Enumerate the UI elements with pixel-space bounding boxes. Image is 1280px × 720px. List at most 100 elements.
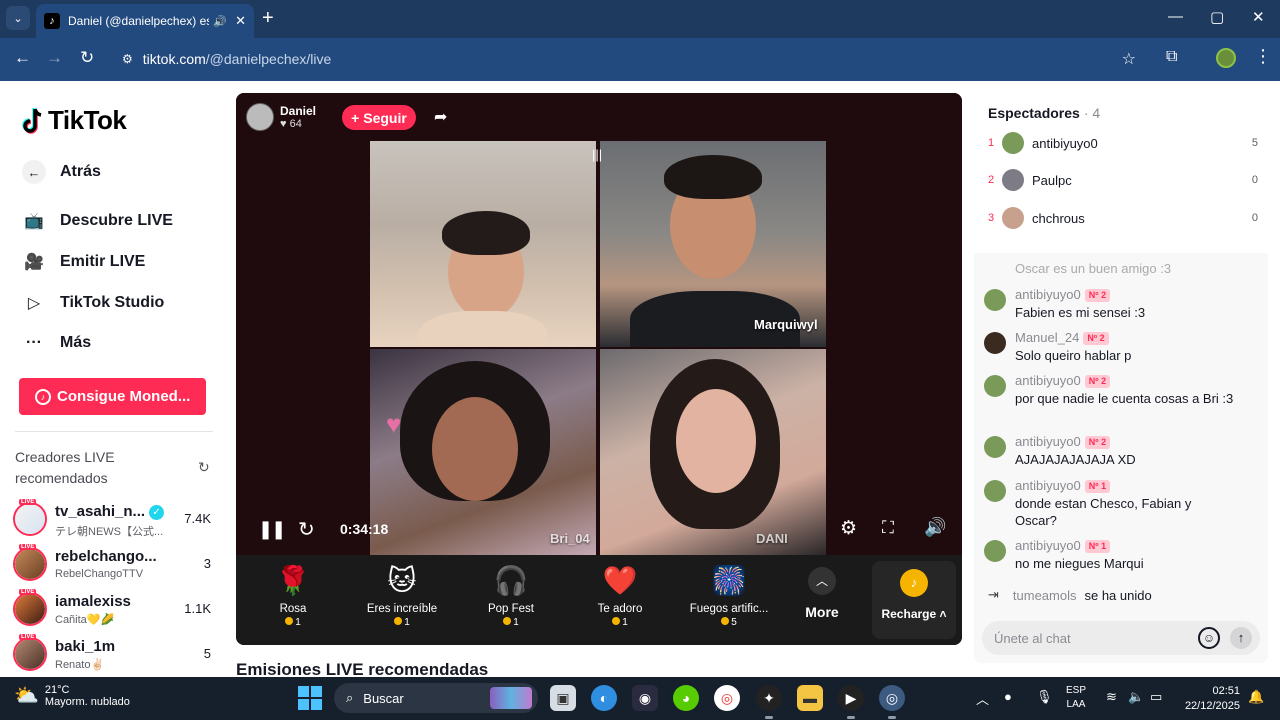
refresh-icon[interactable]: ↻ [198, 459, 210, 476]
speaker-icon[interactable]: 🔊 [213, 15, 227, 28]
live-player[interactable]: Daniel ♥ 64 + Seguir ➦ Marquiwyl ♥ Bri_0… [236, 93, 962, 645]
gift-name: Pop Fest [487, 603, 535, 615]
right-panel: Espectadores · 4 1 antibiyuyo0 5 2 Paulpc… [974, 93, 1268, 663]
creator-item[interactable]: LIVE iamalexiss Cañita💛🌽 1.1K [13, 589, 213, 630]
address-bar[interactable]: ⚙ tiktok.com/@danielpechex/live ☆ [112, 43, 1152, 75]
wifi-icon[interactable]: ≋ [1106, 689, 1117, 705]
guest-tile[interactable]: Marquiwyl [600, 141, 826, 347]
recharge-button[interactable]: ♪ Recharge ˄ [872, 561, 956, 639]
chrome-icon[interactable]: ◎ [714, 685, 740, 711]
gift-item[interactable]: 🎧 Pop Fest 1 [459, 555, 563, 628]
creator-item[interactable]: LIVE tv_asahi_n... ✓ テレ朝NEWS【公式... 7.4K [13, 499, 213, 540]
fan-badge: Nº 2 [1084, 436, 1111, 449]
tray-app-icon[interactable]: ● [1004, 689, 1012, 704]
send-arrow-icon[interactable]: ↑ [1230, 627, 1252, 649]
settings-gear-icon[interactable]: ⚙ [840, 517, 857, 540]
tab-close-icon[interactable]: ✕ [235, 13, 246, 29]
chat-feed[interactable]: Oscar es un buen amigo :3 antibiyuyo0 Nº … [974, 253, 1268, 613]
duolingo-icon[interactable]: ◕ [673, 685, 699, 711]
chevron-up-icon[interactable]: ︿ [976, 689, 989, 708]
refresh-icon[interactable]: ↻ [298, 517, 315, 542]
minimize-button[interactable]: — [1168, 8, 1183, 25]
close-window-button[interactable]: ✕ [1252, 8, 1265, 26]
windows-start-icon[interactable] [298, 686, 322, 710]
back-link[interactable]: ← Atrás [22, 160, 101, 184]
microphone-icon[interactable]: 🎙 [1036, 689, 1053, 705]
task-view-icon[interactable]: ▣ [550, 685, 576, 711]
share-icon[interactable]: ➦ [434, 107, 447, 127]
browser-tab-active[interactable]: ♪ Daniel (@danielpechex) está 🔊 ✕ [36, 4, 254, 38]
chat-input[interactable]: Únete al chat ☺ ↑ [982, 621, 1260, 655]
notification-icon[interactable]: 🔔 [1248, 689, 1264, 705]
taskbar-search[interactable]: ⌕ Buscar [334, 683, 538, 713]
more-gifts-button[interactable]: ︿ More [794, 555, 850, 620]
viewer-count: 1.1K [184, 601, 211, 616]
photo-app-icon[interactable]: ◉ [632, 685, 658, 711]
viewer-row[interactable]: 1 antibiyuyo0 5 [988, 131, 1258, 155]
pause-icon[interactable]: ❚❚ [258, 519, 286, 540]
emoji-icon[interactable]: ☺ [1198, 627, 1220, 649]
viewers-section: Espectadores · 4 1 antibiyuyo0 5 2 Paulpc… [974, 93, 1268, 253]
creator-item[interactable]: LIVE baki_1m Renato✌🏻 5 [13, 634, 213, 675]
host-avatar[interactable] [246, 103, 274, 131]
bookmark-star-icon[interactable]: ☆ [1122, 49, 1136, 69]
new-tab-button[interactable]: + [262, 8, 274, 28]
nav-more[interactable]: ··· Más [22, 334, 91, 352]
guest-tile[interactable]: DANI [600, 349, 826, 555]
volume-icon[interactable]: 🔈 [1128, 689, 1144, 705]
follow-button[interactable]: + Seguir [342, 105, 416, 130]
fan-badge: Nº 1 [1084, 540, 1111, 553]
nav-go-live[interactable]: 🎥 Emitir LIVE [22, 252, 145, 272]
clock-date: 22/12/2025 [1184, 700, 1240, 712]
viewer-row[interactable]: 2 Paulpc 0 [988, 168, 1258, 192]
volume-icon[interactable]: 🔊 [924, 517, 946, 538]
gift-item[interactable]: ❤️ Te adoro 1 [568, 555, 672, 628]
weather-widget[interactable]: ⛅ 21°C Mayorm. nublado [14, 683, 130, 708]
media-player-icon[interactable]: ▶ [838, 685, 864, 711]
forward-arrow-icon[interactable]: → [46, 48, 63, 68]
viewer-name: Paulpc [1032, 172, 1072, 188]
guest-name-label: DANI [756, 531, 788, 546]
back-label: Atrás [60, 163, 101, 180]
language-indicator[interactable]: ESP LAA [1066, 684, 1086, 712]
creator-subtitle: テレ朝NEWS【公式... [55, 526, 164, 538]
file-explorer-icon[interactable]: ▬ [797, 685, 823, 711]
url-path: /@danielpechex/live [205, 51, 332, 67]
site-info-icon[interactable]: ⚙ [122, 52, 133, 66]
nav-discover-live[interactable]: 📺 Descubre LIVE [22, 211, 173, 231]
tiktok-logo[interactable]: TikTok [22, 105, 127, 136]
chat-username: antibiyuyo0 Nº 2 [1015, 434, 1111, 449]
globe-app-icon[interactable]: ◐ [591, 685, 617, 711]
joined-username[interactable]: tumeamols [1013, 588, 1077, 603]
browser-menu-icon[interactable]: ⋮ [1254, 46, 1272, 67]
rose-icon: 🌹 [275, 565, 311, 596]
gift-item[interactable]: 🐱 Eres increíble 1 [350, 555, 454, 628]
gift-item[interactable]: 🎆 Fuegos artific... 5 [677, 555, 781, 628]
reload-icon[interactable]: ↻ [80, 48, 94, 68]
extensions-icon[interactable]: ⧉ [1166, 48, 1177, 66]
system-clock[interactable]: 02:51 22/12/2025 [1180, 684, 1240, 714]
gift-name: Rosa [279, 603, 307, 615]
gift-item[interactable]: 🌹 Rosa 1 [241, 555, 345, 628]
viewer-row[interactable]: 3 chchrous 0 [988, 206, 1258, 230]
viewer-rank: 1 [988, 137, 995, 149]
avatar [984, 540, 1006, 562]
nav-tiktok-studio[interactable]: ▷ TikTok Studio [22, 293, 164, 313]
profile-avatar[interactable] [1216, 48, 1236, 68]
get-coins-button[interactable]: ♪ Consigue Moned... [19, 378, 206, 415]
creator-item[interactable]: LIVE rebelchango... RebelChangoTTV 3 [13, 544, 213, 585]
avatar [13, 637, 47, 671]
live-video[interactable]: Daniel ♥ 64 + Seguir ➦ Marquiwyl ♥ Bri_0… [236, 93, 962, 555]
tab-search-button[interactable]: ⌄ [6, 6, 30, 30]
battery-icon[interactable]: ▭ [1150, 689, 1162, 705]
maximize-button[interactable]: ▢ [1210, 8, 1224, 26]
back-arrow-icon[interactable]: ← [14, 48, 31, 68]
guest-tile[interactable]: ♥ Bri_04 [370, 349, 596, 555]
fullscreen-icon[interactable]: ⛶ [882, 518, 894, 538]
app-icon[interactable]: ✦ [756, 685, 782, 711]
search-highlight-art [490, 687, 532, 709]
more-dots-icon: ··· [26, 334, 42, 351]
chrome-profile-icon[interactable]: ◎ [879, 685, 905, 711]
host-info[interactable]: Daniel ♥ 64 [246, 103, 316, 131]
guest-tile[interactable] [370, 141, 596, 347]
